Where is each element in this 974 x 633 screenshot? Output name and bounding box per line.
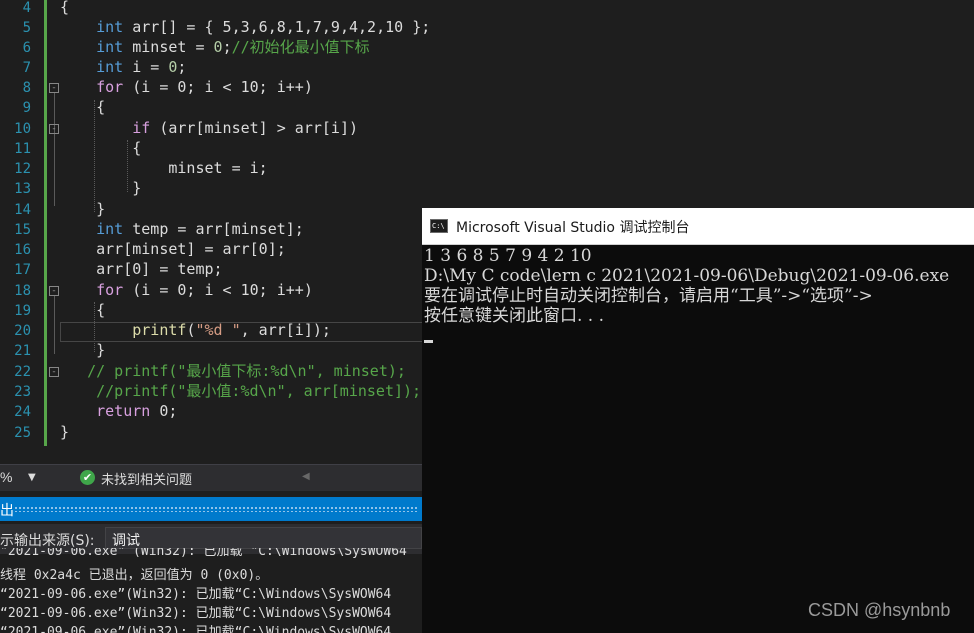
collapse-icon[interactable]: - [49,83,59,93]
code-line: int temp = arr[minset]; [96,220,304,238]
console-output-line: D:\My C code\lern c 2021\2021-09-06\Debu… [424,266,950,286]
code-line: { [132,139,142,157]
line-number: 20 [14,323,31,339]
code-line: int i = 0; [96,58,187,76]
output-line: “2021-09-06.exe”(Win32): 已加载“C:\Windows\… [0,587,392,602]
scroll-left-icon[interactable]: ◀ [302,471,310,482]
line-number: 15 [14,222,31,238]
line-number: 14 [14,202,31,218]
console-title: Microsoft Visual Studio 调试控制台 [456,220,690,236]
line-number: 11 [14,141,31,157]
line-number: 23 [14,384,31,400]
collapse-icon[interactable]: - [49,124,59,134]
code-line: for (i = 0; i < 10; i++) [96,78,313,96]
line-number: 25 [14,425,31,441]
console-output-line: 1 3 6 8 5 7 9 4 2 10 [424,246,592,266]
code-line: } [132,179,142,197]
line-number: 17 [14,262,31,278]
line-number: 12 [14,161,31,177]
output-line: “2021-09-06.exe”(Win32): 已加载“C:\Windows\… [0,625,392,633]
zoom-level[interactable]: % [0,469,12,485]
code-line: //printf("最小值:%d\n", arr[minset]); [96,382,422,400]
code-line: // printf("最小值下标:%d\n", minset); [87,362,406,380]
code-line: { [96,98,106,116]
code-line: int arr[] = { 5,3,6,8,1,7,9,4,2,10 }; [96,18,431,36]
line-number: 24 [14,404,31,420]
code-line: minset = i; [168,159,268,177]
output-line: 线程 0x2a4c 已退出，返回值为 0 (0x0)。 [0,568,269,583]
code-line: printf("%d ", arr[i]); [132,321,331,339]
line-number: 18 [14,283,31,299]
line-number-gutter: 4 5 6 7 8 9 10 11 12 13 14 15 16 17 18 1… [0,0,44,464]
console-cursor [424,340,433,343]
line-number: 9 [22,100,31,116]
console-output-line: 按任意键关闭此窗口. . . [424,306,605,326]
code-line: arr[0] = temp; [96,260,223,278]
collapse-icon[interactable]: - [49,286,59,296]
fold-line [54,93,55,206]
code-line: arr[minset] = arr[0]; [96,240,286,258]
line-number: 10 [14,121,31,137]
check-circle-icon[interactable]: ✔ [80,470,95,485]
chevron-down-icon[interactable]: ▼ [28,469,50,487]
line-number: 22 [14,364,31,380]
editor-status-bar: % ▼ ✔ 未找到相关问题 ◀ [0,464,422,491]
line-number: 5 [22,20,31,36]
line-number: 8 [22,80,31,96]
fold-line [54,296,55,354]
change-tracking-bar [44,0,47,446]
output-source-label: 示输出来源(S): [0,533,95,549]
line-number: 19 [14,303,31,319]
line-number: 6 [22,40,31,56]
code-line: } [96,200,106,218]
line-number: 21 [14,343,31,359]
line-number: 16 [14,242,31,258]
output-line: “2021-09-06.exe”(Win32): 已加载“C:\Windows\… [0,606,392,621]
line-number: 7 [22,60,31,76]
code-line: } [60,423,70,441]
watermark: CSDN @hsynbnb [808,600,951,620]
console-title-bar[interactable]: C:\ Microsoft Visual Studio 调试控制台 [422,208,974,245]
line-number: 4 [22,0,31,16]
collapse-icon[interactable]: - [49,367,59,377]
code-line: return 0; [96,402,178,420]
output-source-select[interactable]: 调试 [105,527,422,549]
panel-drag-handle[interactable] [14,506,418,512]
code-line: if (arr[minset] > arr[i]) [132,119,359,137]
console-output-line: 要在调试停止时自动关闭控制台，请启用“工具”->“选项”-> [424,286,873,306]
code-line: int minset = 0;//初始化最小值下标 [96,38,370,56]
output-panel-header[interactable]: 出 [0,497,422,521]
debug-console-window[interactable]: C:\ Microsoft Visual Studio 调试控制台 1 3 6 … [422,208,974,633]
line-number: 13 [14,181,31,197]
issues-status[interactable]: 未找到相关问题 [101,469,192,488]
code-line: { [60,0,70,16]
code-line: } [96,341,106,359]
code-line: { [96,301,106,319]
output-source-value: 调试 [112,533,140,549]
code-line: for (i = 0; i < 10; i++) [96,281,313,299]
output-line: "2021-09-06.exe" (Win32): 已加载 "C:\Window… [0,548,407,559]
console-app-icon: C:\ [430,219,448,233]
output-panel-title: 出 [0,503,14,519]
